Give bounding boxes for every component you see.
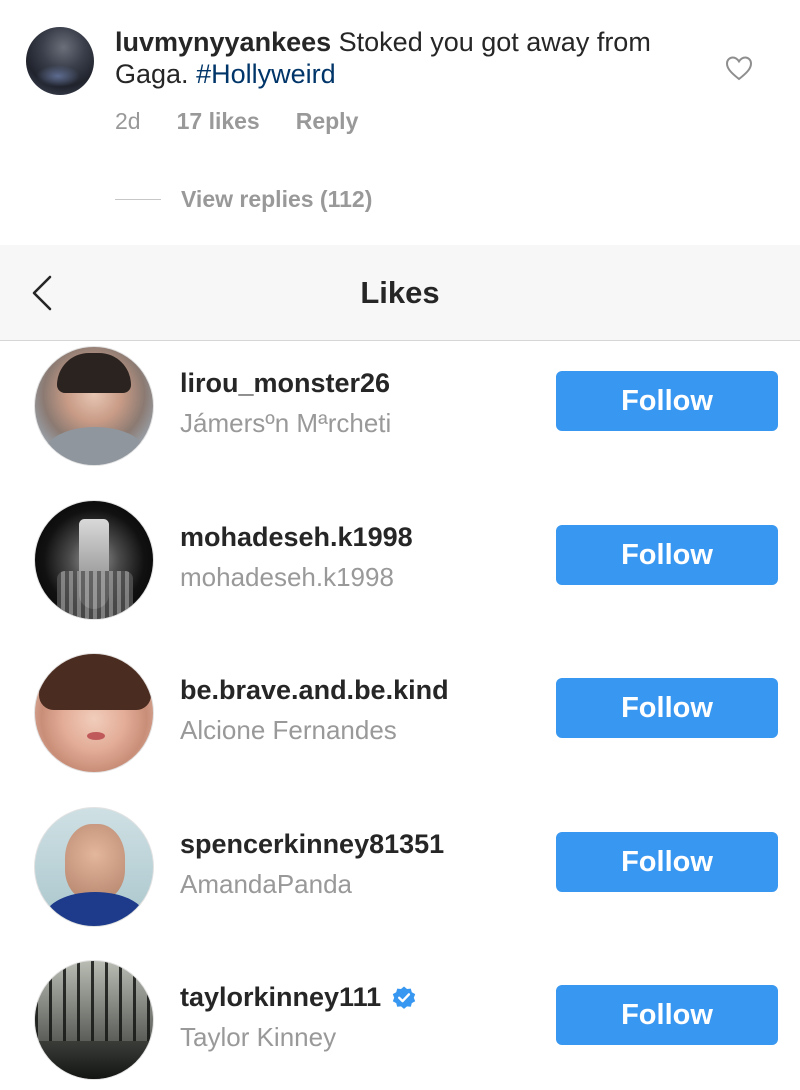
list-item[interactable]: mohadeseh.k1998 mohadeseh.k1998 Follow bbox=[0, 496, 800, 650]
view-replies[interactable]: View replies (112) bbox=[115, 186, 372, 213]
username[interactable]: spencerkinney81351 bbox=[180, 829, 444, 860]
comment-likes[interactable]: 17 likes bbox=[177, 108, 260, 135]
commenter-avatar[interactable] bbox=[26, 27, 94, 95]
username[interactable]: taylorkinney111 bbox=[180, 982, 417, 1013]
view-replies-label[interactable]: View replies (112) bbox=[181, 186, 372, 213]
username-text[interactable]: lirou_monster26 bbox=[180, 368, 390, 399]
verified-badge-icon bbox=[392, 986, 416, 1009]
full-name: Taylor Kinney bbox=[180, 1022, 337, 1052]
comment-body: luvmynyyankees Stoked you got away from … bbox=[115, 26, 705, 90]
follow-button[interactable]: Follow bbox=[556, 985, 778, 1045]
username-text[interactable]: taylorkinney111 bbox=[180, 982, 381, 1013]
heart-icon[interactable] bbox=[724, 54, 754, 82]
full-name: Alcione Fernandes bbox=[180, 715, 397, 745]
follow-button[interactable]: Follow bbox=[556, 831, 778, 892]
username-text[interactable]: spencerkinney81351 bbox=[180, 829, 444, 860]
page-title: Likes bbox=[360, 275, 440, 310]
follow-button[interactable]: Follow bbox=[556, 371, 778, 431]
username-text[interactable]: be.brave.and.be.kind bbox=[180, 675, 449, 706]
username[interactable]: mohadeseh.k1998 bbox=[180, 522, 413, 553]
follow-button[interactable]: Follow bbox=[556, 678, 778, 738]
comment-meta: 2d 17 likes Reply bbox=[115, 108, 358, 135]
avatar[interactable] bbox=[34, 653, 154, 773]
full-name: Jámersºn Mªrcheti bbox=[180, 408, 392, 438]
username[interactable]: lirou_monster26 bbox=[180, 368, 390, 399]
list-item[interactable]: taylorkinney111 Taylor Kinney Follow bbox=[0, 956, 800, 1090]
avatar[interactable] bbox=[34, 960, 154, 1080]
replies-divider bbox=[115, 199, 161, 200]
username-text[interactable]: mohadeseh.k1998 bbox=[180, 522, 413, 553]
likes-list: lirou_monster26 Jámersºn Mªrcheti Follow… bbox=[0, 342, 800, 1090]
full-name: mohadeseh.k1998 bbox=[180, 561, 394, 592]
reply-button[interactable]: Reply bbox=[296, 108, 359, 135]
avatar[interactable] bbox=[34, 346, 154, 466]
list-item[interactable]: be.brave.and.be.kind Alcione Fernandes F… bbox=[0, 649, 800, 803]
comment-username[interactable]: luvmynyyankees bbox=[115, 27, 331, 57]
list-item[interactable]: spencerkinney81351 AmandaPanda Follow bbox=[0, 803, 800, 957]
full-name: AmandaPanda bbox=[180, 868, 353, 899]
list-item[interactable]: lirou_monster26 Jámersºn Mªrcheti Follow bbox=[0, 342, 800, 496]
comment-hashtag[interactable]: #Hollyweird bbox=[196, 59, 336, 89]
likes-header: Likes bbox=[0, 245, 800, 341]
avatar[interactable] bbox=[34, 806, 154, 927]
avatar[interactable] bbox=[34, 499, 154, 620]
comment: luvmynyyankees Stoked you got away from … bbox=[0, 0, 800, 245]
follow-button[interactable]: Follow bbox=[556, 524, 778, 585]
comment-time: 2d bbox=[115, 108, 141, 134]
username[interactable]: be.brave.and.be.kind bbox=[180, 675, 449, 706]
